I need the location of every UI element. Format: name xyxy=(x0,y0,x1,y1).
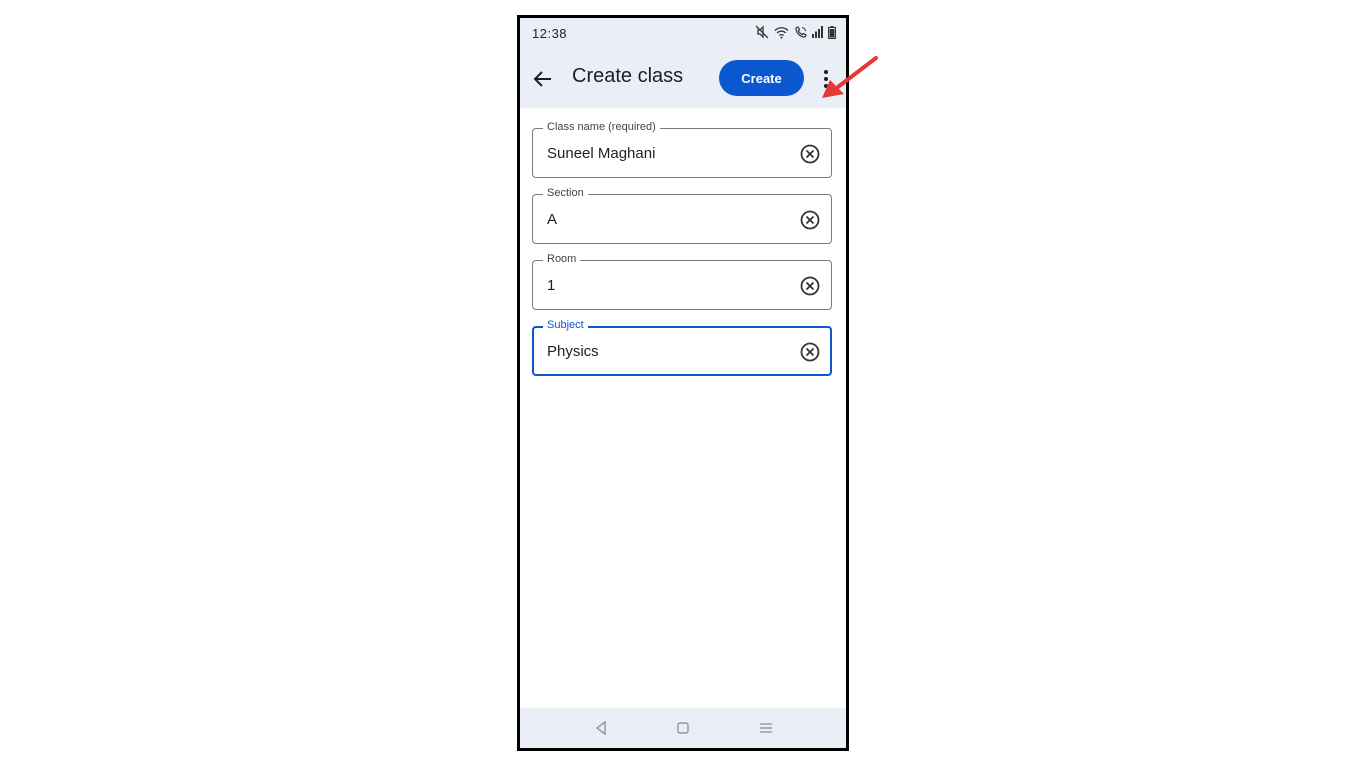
page-title: Create class xyxy=(572,65,684,87)
subject-field[interactable]: Subject Physics xyxy=(532,319,832,376)
wifi-call-icon xyxy=(794,25,807,39)
status-icons xyxy=(755,25,836,39)
battery-icon xyxy=(828,25,836,39)
clear-icon[interactable] xyxy=(799,341,821,363)
clear-icon[interactable] xyxy=(799,209,821,231)
room-field[interactable]: Room 1 xyxy=(532,253,832,310)
wifi-icon xyxy=(774,26,789,39)
room-label: Room xyxy=(543,253,581,265)
clear-icon[interactable] xyxy=(799,275,821,297)
system-nav-bar xyxy=(520,708,846,748)
status-bar: 12:38 xyxy=(520,18,846,48)
signal-icon xyxy=(812,26,823,38)
status-time: 12:38 xyxy=(532,26,568,41)
nav-home-icon[interactable] xyxy=(675,720,691,736)
section-field[interactable]: Section A xyxy=(532,187,832,244)
class-name-field[interactable]: Class name (required) Suneel Maghani xyxy=(532,121,832,178)
create-button[interactable]: Create xyxy=(719,60,804,96)
subject-value[interactable]: Physics xyxy=(547,343,599,360)
class-name-label: Class name (required) xyxy=(543,121,660,133)
arrow-back-icon[interactable] xyxy=(530,66,556,92)
phone-frame: 12:38 Create class Create Class name (re… xyxy=(517,15,849,751)
subject-label: Subject xyxy=(543,319,588,331)
annotation-arrow-icon xyxy=(822,56,878,98)
section-value[interactable]: A xyxy=(547,211,557,228)
nav-recents-icon[interactable] xyxy=(758,720,774,736)
class-name-value[interactable]: Suneel Maghani xyxy=(547,145,655,162)
room-value[interactable]: 1 xyxy=(547,277,555,294)
section-label: Section xyxy=(543,187,588,199)
app-bar: Create class Create xyxy=(520,48,846,108)
mute-icon xyxy=(755,25,769,39)
create-class-form: Class name (required) Suneel Maghani Sec… xyxy=(532,121,834,392)
clear-icon[interactable] xyxy=(799,143,821,165)
nav-back-icon[interactable] xyxy=(593,720,609,736)
